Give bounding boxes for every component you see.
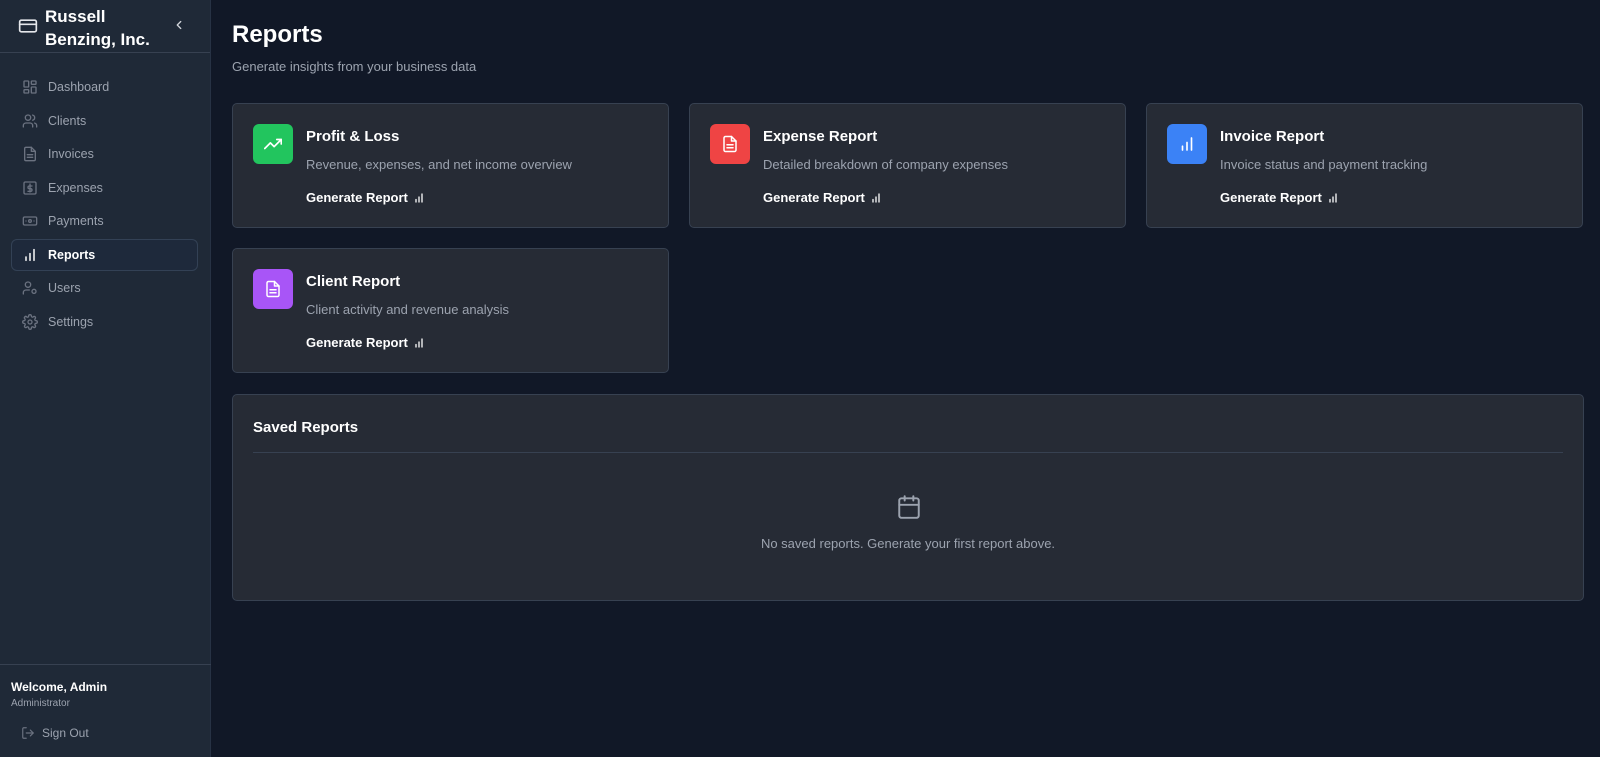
welcome-text: Welcome, Admin bbox=[11, 680, 108, 694]
credit-card-icon bbox=[18, 16, 38, 36]
user-cog-icon bbox=[22, 280, 38, 296]
sidebar-item-invoices[interactable]: Invoices bbox=[11, 138, 198, 170]
sidebar-item-label: Clients bbox=[48, 113, 87, 128]
report-card-profit-loss: Profit & Loss Revenue, expenses, and net… bbox=[232, 103, 669, 228]
sidebar-footer: Welcome, Admin Administrator Sign Out bbox=[0, 664, 211, 740]
calendar-icon bbox=[896, 494, 922, 520]
sidebar-item-label: Payments bbox=[48, 214, 104, 228]
bar-chart-icon bbox=[870, 192, 882, 204]
report-title: Invoice Report bbox=[1220, 128, 1325, 145]
bar-chart-icon bbox=[413, 192, 425, 204]
company-name: Russell Benzing, Inc. bbox=[45, 7, 150, 49]
grid-icon bbox=[22, 79, 38, 95]
report-card-expense: Expense Report Detailed breakdown of com… bbox=[689, 103, 1126, 228]
bar-chart-icon bbox=[1167, 124, 1207, 164]
generate-report-label: Generate Report bbox=[306, 335, 408, 350]
sidebar-item-label: Users bbox=[48, 281, 81, 295]
generate-report-button[interactable]: Generate Report bbox=[306, 190, 425, 205]
report-card-invoice: Invoice Report Invoice status and paymen… bbox=[1146, 103, 1583, 228]
file-icon bbox=[22, 146, 38, 162]
report-description: Invoice status and payment tracking bbox=[1220, 157, 1428, 172]
report-description: Detailed breakdown of company expenses bbox=[763, 157, 1008, 172]
sidebar-item-label: Settings bbox=[48, 314, 94, 329]
divider bbox=[253, 452, 1563, 453]
sidebar-item-label: Dashboard bbox=[48, 80, 110, 94]
bar-chart-icon bbox=[1327, 192, 1339, 204]
log-out-icon bbox=[21, 726, 35, 740]
sidebar-item-label: Reports bbox=[48, 247, 96, 262]
empty-state-message: No saved reports. Generate your first re… bbox=[760, 536, 1056, 551]
report-title: Expense Report bbox=[763, 128, 878, 145]
page-subtitle: Generate insights from your business dat… bbox=[232, 59, 477, 74]
sidebar-item-expenses[interactable]: Expenses bbox=[11, 172, 198, 204]
trending-up-icon bbox=[253, 124, 293, 164]
sidebar-item-label: Expenses bbox=[48, 180, 103, 195]
chevron-left-icon bbox=[172, 18, 186, 32]
sidebar-item-settings[interactable]: Settings bbox=[11, 306, 198, 338]
collapse-sidebar-button[interactable] bbox=[172, 18, 186, 32]
sidebar-item-reports[interactable]: Reports bbox=[11, 238, 198, 271]
generate-report-button[interactable]: Generate Report bbox=[306, 335, 425, 350]
sidebar-item-payments[interactable]: Payments bbox=[11, 205, 198, 237]
sign-out-button[interactable]: Sign Out bbox=[21, 726, 211, 740]
banknote-icon bbox=[22, 213, 38, 229]
generate-report-label: Generate Report bbox=[306, 190, 408, 205]
report-card-client: Client Report Client activity and revenu… bbox=[232, 248, 669, 373]
bar-chart-icon bbox=[413, 337, 425, 349]
gear-icon bbox=[22, 313, 38, 330]
file-text-icon bbox=[253, 269, 293, 309]
generate-report-label: Generate Report bbox=[1220, 190, 1322, 205]
file-text-icon bbox=[710, 124, 750, 164]
sidebar-item-clients[interactable]: Clients bbox=[11, 105, 198, 137]
report-description: Revenue, expenses, and net income overvi… bbox=[306, 157, 572, 172]
report-title: Profit & Loss bbox=[306, 128, 400, 145]
generate-report-label: Generate Report bbox=[763, 190, 865, 205]
saved-reports-title: Saved Reports bbox=[253, 419, 359, 436]
sidebar-item-users[interactable]: Users bbox=[11, 272, 198, 304]
dollar-icon bbox=[22, 180, 38, 196]
bar-chart-icon bbox=[22, 247, 38, 263]
report-description: Client activity and revenue analysis bbox=[306, 302, 510, 317]
page-title: Reports bbox=[232, 21, 323, 48]
sidebar-item-label: Invoices bbox=[48, 147, 94, 161]
sidebar: Russell Benzing, Inc. Dashboard Clients … bbox=[0, 0, 211, 757]
brand-header: Russell Benzing, Inc. bbox=[0, 0, 210, 53]
users-icon bbox=[22, 113, 38, 129]
sign-out-label: Sign Out bbox=[42, 726, 89, 740]
sidebar-item-dashboard[interactable]: Dashboard bbox=[11, 71, 198, 103]
report-title: Client Report bbox=[306, 273, 401, 290]
user-role: Administrator bbox=[11, 698, 70, 709]
generate-report-button[interactable]: Generate Report bbox=[1220, 190, 1339, 205]
generate-report-button[interactable]: Generate Report bbox=[763, 190, 882, 205]
saved-reports-panel: Saved Reports No saved reports. Generate… bbox=[232, 394, 1584, 601]
sidebar-nav: Dashboard Clients Invoices Expenses Paym… bbox=[11, 71, 198, 339]
